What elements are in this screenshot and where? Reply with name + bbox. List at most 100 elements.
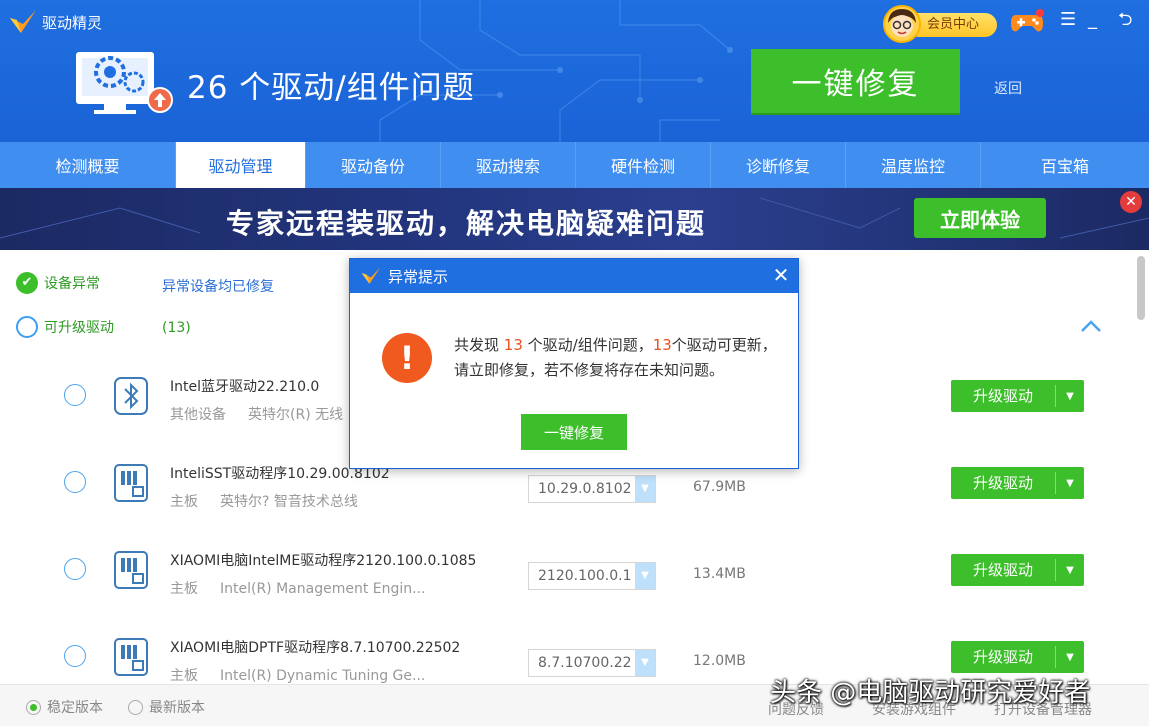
- message-part: 共发现: [454, 336, 504, 354]
- driver-category: 主板 Intel(R) Dynamic Tuning Ge...: [170, 665, 425, 685]
- driver-select-radio[interactable]: [64, 645, 86, 667]
- driver-category-text: 主板: [170, 494, 198, 510]
- upgradable-row[interactable]: 可升级驱动: [16, 316, 114, 338]
- logo-icon: [10, 10, 36, 33]
- problem-summary: 26 个驱动/组件问题: [187, 62, 475, 107]
- driver-category-text: 其他设备: [170, 407, 226, 423]
- upgradable-circle-icon: [16, 316, 38, 338]
- driver-category-text: 主板: [170, 668, 198, 684]
- issue-count: 13: [503, 336, 523, 354]
- upgradable-count: (13): [162, 320, 191, 336]
- tab-driver-search[interactable]: 驱动搜索: [441, 142, 576, 188]
- chip-icon: [114, 464, 148, 502]
- driver-name: XIAOMI电脑IntelME驱动程序2120.100.0.1085: [170, 553, 477, 569]
- check-icon: ✔: [16, 272, 38, 294]
- update-count: 13: [652, 336, 672, 354]
- tab-driver-backup[interactable]: 驱动备份: [306, 142, 441, 188]
- upgradable-label: 可升级驱动: [44, 320, 114, 336]
- app-logo: 驱动精灵: [8, 8, 102, 36]
- tab-temperature[interactable]: 温度监控: [846, 142, 981, 188]
- driver-vendor: Intel(R) Management Engin...: [220, 581, 426, 597]
- dropdown-arrow-icon[interactable]: ▼: [1056, 652, 1084, 663]
- chevron-down-icon: ▼: [635, 563, 655, 589]
- message-part: 个驱动/组件问题，: [522, 336, 653, 354]
- dropdown-arrow-icon[interactable]: ▼: [1056, 391, 1084, 402]
- dialog-title: 异常提示: [388, 267, 449, 286]
- logo-icon: [361, 267, 381, 284]
- watermark: 头条 @电脑驱动研究爱好者: [770, 678, 1091, 708]
- banner-text: 专家远程装驱动，解决电脑疑难问题: [226, 207, 707, 240]
- latest-version-option[interactable]: 最新版本: [128, 697, 205, 717]
- scrollbar[interactable]: [1137, 256, 1145, 320]
- driver-name: Intel蓝牙驱动22.210.0: [170, 379, 320, 395]
- header: 驱动精灵 26 个驱动/组件问题 一键修复 返回 会员中心 ☰ _ ⮌: [0, 0, 1149, 142]
- driver-select-radio[interactable]: [64, 471, 86, 493]
- radio-selected-icon: [26, 699, 41, 715]
- upgrade-driver-button[interactable]: 升级驱动 ▼: [951, 467, 1084, 499]
- driver-row: XIAOMI电脑IntelME驱动程序2120.100.0.1085 主板 Int…: [0, 536, 1130, 616]
- driver-select-radio[interactable]: [64, 384, 86, 406]
- driver-size: 13.4MB: [693, 566, 746, 582]
- abnormal-alert-dialog: 异常提示 ✕ ! 共发现 13 个驱动/组件问题，13个驱动可更新，请立即修复，…: [349, 258, 799, 469]
- driver-vendor: Intel(R) Dynamic Tuning Ge...: [220, 668, 426, 684]
- dropdown-arrow-icon[interactable]: ▼: [1056, 565, 1084, 576]
- dropdown-arrow-icon[interactable]: ▼: [1056, 478, 1084, 489]
- driver-name: XIAOMI电脑DPTF驱动程序8.7.10700.22502: [170, 640, 461, 656]
- version-value: 8.7.10700.22: [538, 655, 632, 671]
- driver-vendor: 英特尔(R) 无线: [248, 407, 344, 423]
- chevron-down-icon: ▼: [635, 650, 655, 676]
- upgrade-label: 升级驱动: [951, 646, 1056, 668]
- driver-vendor: 英特尔? 智音技术总线: [220, 494, 358, 510]
- latest-version-label: 最新版本: [149, 700, 205, 716]
- version-select[interactable]: 2120.100.0.1 ▼: [528, 562, 656, 590]
- menu-icon[interactable]: ☰: [1060, 10, 1076, 30]
- banner-close-icon[interactable]: ✕: [1120, 191, 1142, 213]
- version-select[interactable]: 8.7.10700.22 ▼: [528, 649, 656, 677]
- member-center-button[interactable]: 会员中心: [883, 5, 998, 43]
- driver-category: 其他设备 英特尔(R) 无线: [170, 404, 343, 424]
- problem-text: 个驱动/组件问题: [228, 70, 475, 106]
- tab-hardware-check[interactable]: 硬件检测: [576, 142, 711, 188]
- upgrade-label: 升级驱动: [951, 472, 1056, 494]
- dialog-fix-all-button[interactable]: 一键修复: [521, 414, 627, 450]
- upgrade-driver-button[interactable]: 升级驱动 ▼: [951, 380, 1084, 412]
- radio-icon: [128, 699, 143, 715]
- gamepad-icon[interactable]: [1010, 9, 1044, 35]
- tab-toolbox[interactable]: 百宝箱: [981, 142, 1149, 188]
- avatar-face-icon: [888, 9, 916, 37]
- device-abnormal-label: 设备异常: [44, 276, 100, 292]
- upgrade-label: 升级驱动: [951, 559, 1056, 581]
- stable-version-option[interactable]: 稳定版本: [26, 697, 103, 717]
- abnormal-fixed-note: 异常设备均已修复: [162, 279, 274, 295]
- driver-size: 67.9MB: [693, 479, 746, 495]
- driver-category: 主板 英特尔? 智音技术总线: [170, 491, 358, 511]
- driver-category-text: 主板: [170, 581, 198, 597]
- driver-select-radio[interactable]: [64, 558, 86, 580]
- back-link[interactable]: 返回: [994, 78, 1022, 98]
- fix-all-button[interactable]: 一键修复: [751, 49, 960, 113]
- exit-icon[interactable]: ⮌: [1118, 10, 1132, 30]
- try-now-button[interactable]: 立即体验: [914, 198, 1046, 238]
- problem-count: 26: [187, 70, 229, 106]
- stable-version-label: 稳定版本: [47, 700, 103, 716]
- driver-category: 主板 Intel(R) Management Engin...: [170, 578, 426, 598]
- tab-driver-management[interactable]: 驱动管理: [176, 142, 306, 188]
- close-icon[interactable]: ✕: [770, 264, 792, 286]
- tab-diagnose-repair[interactable]: 诊断修复: [711, 142, 846, 188]
- tab-overview[interactable]: 检测概要: [0, 142, 176, 188]
- minimize-icon[interactable]: _: [1088, 10, 1097, 30]
- upgrade-driver-button[interactable]: 升级驱动 ▼: [951, 554, 1084, 586]
- dialog-titlebar: 异常提示: [350, 259, 798, 293]
- version-value: 2120.100.0.1: [538, 568, 632, 584]
- bluetooth-icon: [114, 377, 148, 415]
- chip-icon: [114, 551, 148, 589]
- main-tabs: 检测概要 驱动管理 驱动备份 驱动搜索 硬件检测 诊断修复 温度监控 百宝箱: [0, 142, 1149, 188]
- version-select[interactable]: 10.29.0.8102 ▼: [528, 475, 656, 503]
- upgrade-driver-button[interactable]: 升级驱动 ▼: [951, 641, 1084, 673]
- avatar: [883, 5, 921, 43]
- chevron-down-icon: ▼: [635, 476, 655, 502]
- chip-icon: [114, 638, 148, 676]
- computer-gear-icon: [76, 52, 173, 114]
- device-abnormal-row[interactable]: ✔ 设备异常: [16, 272, 100, 294]
- chevron-up-icon[interactable]: [1080, 318, 1102, 334]
